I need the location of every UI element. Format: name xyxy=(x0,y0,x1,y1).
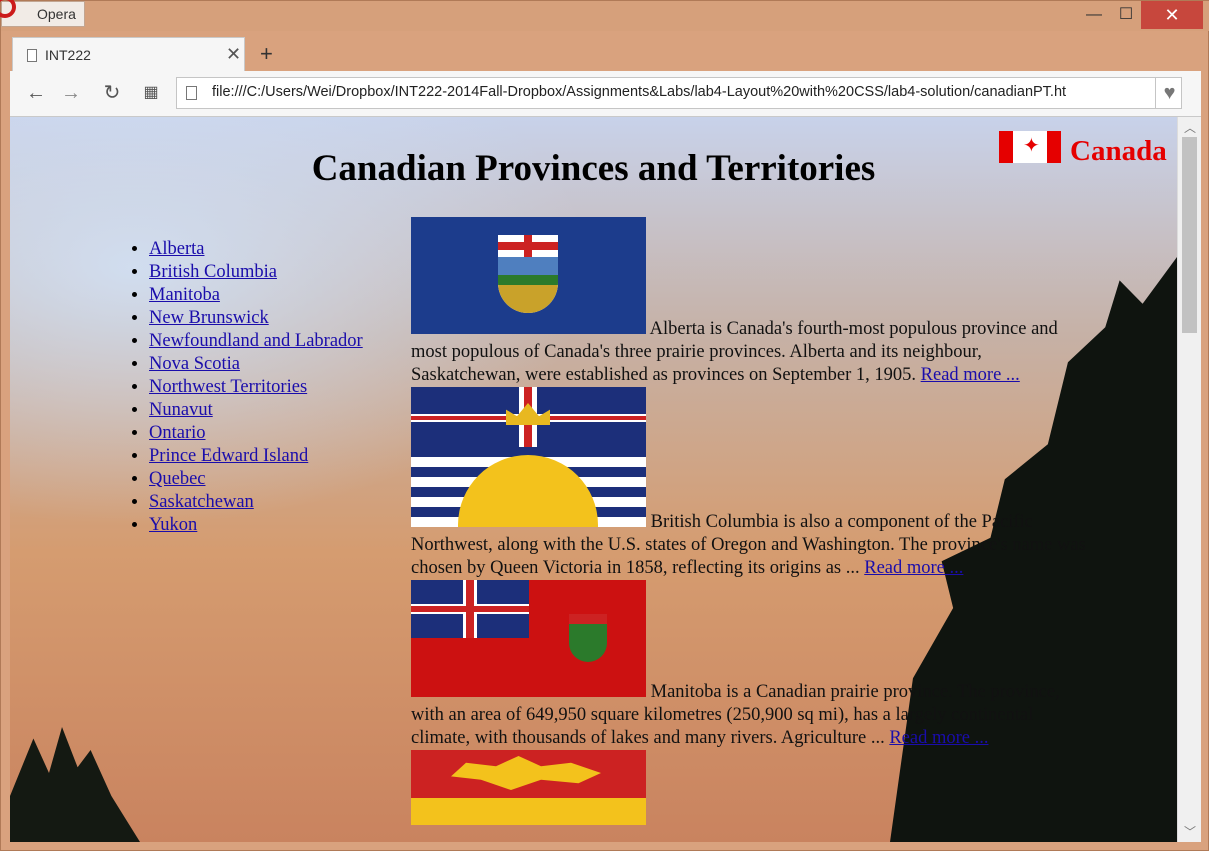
nav-link[interactable]: Ontario xyxy=(149,423,206,443)
minimize-button[interactable]: — xyxy=(1078,1,1110,29)
scroll-up-icon[interactable]: ︿ xyxy=(1184,119,1196,136)
nav-link[interactable]: New Brunswick xyxy=(149,308,269,328)
list-item: Newfoundland and Labrador xyxy=(149,330,363,353)
manitoba-shield-icon xyxy=(569,614,607,662)
nav-link[interactable]: Nova Scotia xyxy=(149,354,240,374)
back-arrow-icon[interactable]: ← xyxy=(23,81,49,105)
read-more-link[interactable]: Read more ... xyxy=(921,365,1020,385)
list-item: Manitoba xyxy=(149,284,363,307)
browser-window: Opera — ☐ ✕ INT222 ✕ + ← → ↻ ▦ file:///C… xyxy=(0,0,1209,851)
heart-icon[interactable]: ♥ xyxy=(1155,78,1183,108)
app-name: Opera xyxy=(37,6,76,22)
list-item: Northwest Territories xyxy=(149,376,363,399)
list-item: Ontario xyxy=(149,422,363,445)
list-item: New Brunswick xyxy=(149,307,363,330)
british-columbia-flag xyxy=(411,387,646,527)
nav-link[interactable]: Northwest Territories xyxy=(149,377,307,397)
list-item: Nunavut xyxy=(149,399,363,422)
nav-link[interactable]: Saskatchewan xyxy=(149,492,254,512)
nav-link[interactable]: Quebec xyxy=(149,469,206,489)
province-entry-alberta: Alberta is Canada's fourth-most populous… xyxy=(411,217,1091,387)
close-window-button[interactable]: ✕ xyxy=(1141,1,1203,29)
document-icon xyxy=(27,49,37,62)
page-title: Canadian Provinces and Territories xyxy=(311,148,876,189)
tab-int222[interactable]: INT222 ✕ xyxy=(12,37,245,72)
list-item: Quebec xyxy=(149,468,363,491)
vertical-scrollbar[interactable]: ︿ ﹀ xyxy=(1177,117,1201,842)
new-tab-button[interactable]: + xyxy=(260,41,273,67)
nav-link[interactable]: Yukon xyxy=(149,515,197,535)
nav-link[interactable]: British Columbia xyxy=(149,262,277,282)
list-item: Nova Scotia xyxy=(149,353,363,376)
page-icon xyxy=(186,86,197,100)
title-bar: Opera — ☐ ✕ xyxy=(0,0,1209,31)
new-brunswick-flag xyxy=(411,750,646,825)
nav-link[interactable]: Alberta xyxy=(149,239,204,259)
alberta-shield-icon xyxy=(498,235,558,313)
reload-icon[interactable]: ↻ xyxy=(99,81,125,105)
read-more-link[interactable]: Read more ... xyxy=(864,558,963,578)
read-more-link[interactable]: Read more ... xyxy=(889,728,988,748)
manitoba-flag xyxy=(411,580,646,697)
nav-link[interactable]: Nunavut xyxy=(149,400,213,420)
province-entry-new-brunswick xyxy=(411,750,1091,832)
alberta-flag xyxy=(411,217,646,334)
province-entry-british-columbia: British Columbia is also a component of … xyxy=(411,387,1091,580)
nav-link[interactable]: Prince Edward Island xyxy=(149,446,308,466)
tab-strip: INT222 ✕ + xyxy=(10,31,1201,72)
opera-logo-icon xyxy=(0,0,16,18)
scroll-down-icon[interactable]: ﹀ xyxy=(1184,823,1196,840)
province-entry-manitoba: Manitoba is a Canadian prairie province.… xyxy=(411,580,1091,750)
address-bar[interactable]: file:///C:/Users/Wei/Dropbox/INT222-2014… xyxy=(176,77,1182,109)
opera-menu-button[interactable]: Opera xyxy=(0,0,85,27)
page-viewport: ✦ Canada Canadian Provinces and Territor… xyxy=(10,117,1177,842)
tree-silhouette-left xyxy=(10,727,140,842)
list-item: Alberta xyxy=(149,238,363,261)
list-item: British Columbia xyxy=(149,261,363,284)
list-item: Saskatchewan xyxy=(149,491,363,514)
scroll-thumb[interactable] xyxy=(1182,137,1197,333)
list-item: Prince Edward Island xyxy=(149,445,363,468)
tab-title: INT222 xyxy=(45,47,91,63)
nav-link[interactable]: Manitoba xyxy=(149,285,220,305)
url-text[interactable]: file:///C:/Users/Wei/Dropbox/INT222-2014… xyxy=(212,84,1152,100)
speed-dial-icon[interactable]: ▦ xyxy=(138,81,164,105)
province-content: Alberta is Canada's fourth-most populous… xyxy=(411,217,1091,832)
province-nav: Alberta British Columbia Manitoba New Br… xyxy=(149,238,363,537)
list-item: Yukon xyxy=(149,514,363,537)
forward-arrow-icon[interactable]: → xyxy=(58,81,84,105)
maximize-button[interactable]: ☐ xyxy=(1110,1,1142,29)
nav-link[interactable]: Newfoundland and Labrador xyxy=(149,331,363,351)
navigation-toolbar: ← → ↻ ▦ file:///C:/Users/Wei/Dropbox/INT… xyxy=(10,71,1201,117)
tab-close-icon[interactable]: ✕ xyxy=(226,44,241,65)
